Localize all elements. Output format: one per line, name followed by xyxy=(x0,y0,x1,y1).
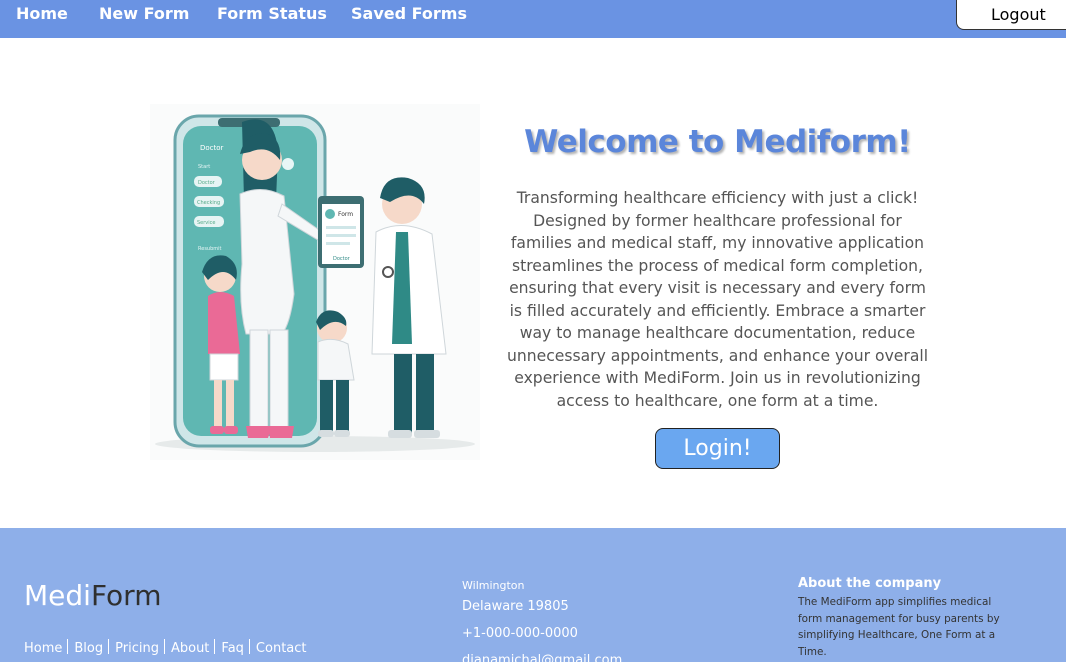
brand-part-form: Form xyxy=(90,579,162,612)
clipboard-icon: Form Doctor xyxy=(318,196,364,268)
about-text: The MediForm app simplifies medical form… xyxy=(798,596,1000,658)
footer-divider xyxy=(163,639,165,654)
footer-phone[interactable]: +1-000-000-0000 xyxy=(462,626,578,641)
login-button[interactable]: Login! xyxy=(655,428,780,469)
phone-screen-item: Resubmit xyxy=(198,246,222,252)
footer-link-faq[interactable]: Faq xyxy=(221,641,244,656)
clipboard-footer: Doctor xyxy=(333,256,351,262)
phone-screen-item: Start xyxy=(198,164,210,170)
hero-illustration: Doctor Start Doctor Checking Service Res… xyxy=(150,104,480,460)
nav-form-status[interactable]: Form Status xyxy=(217,4,327,23)
footer: MediForm Home Blog Pricing About Faq Contact … xyxy=(0,528,1066,662)
about-heading: About the company xyxy=(798,576,942,591)
footer-link-contact[interactable]: Contact xyxy=(256,641,307,656)
footer-divider xyxy=(248,639,250,654)
footer-link-pricing[interactable]: Pricing xyxy=(115,641,159,656)
footer-links: Home Blog Pricing About Faq Contact xyxy=(24,639,307,656)
footer-brand-logo[interactable]: MediForm xyxy=(24,579,161,612)
intro-paragraph: Transforming healthcare efficiency with … xyxy=(506,189,929,410)
footer-link-blog[interactable]: Blog xyxy=(74,641,103,656)
phone-screen-header: Doctor xyxy=(200,144,224,152)
footer-divider xyxy=(214,639,216,654)
nav-saved-forms[interactable]: Saved Forms xyxy=(351,4,467,23)
footer-divider xyxy=(108,639,110,654)
phone-screen-item: Service xyxy=(197,220,215,226)
brand-part-medi: Medi xyxy=(24,579,91,612)
nav-new-form[interactable]: New Form xyxy=(99,4,189,23)
footer-state: Delaware 19805 xyxy=(462,599,569,614)
clipboard-title: Form xyxy=(338,211,353,218)
welcome-title: Welcome to Mediform! xyxy=(524,124,911,160)
phone-screen-item: Doctor xyxy=(198,180,216,186)
footer-link-home[interactable]: Home xyxy=(24,641,62,656)
top-nav: Home New Form Form Status Saved Forms Lo… xyxy=(0,0,1066,38)
footer-email[interactable]: dianamichal@gmail.com xyxy=(462,653,622,662)
footer-link-about[interactable]: About xyxy=(171,641,209,656)
footer-city: Wilmington xyxy=(462,579,525,592)
phone-screen-item: Checking xyxy=(197,200,220,206)
nav-home[interactable]: Home xyxy=(16,4,68,23)
footer-divider xyxy=(67,639,69,654)
logout-button[interactable]: Logout xyxy=(956,0,1066,30)
